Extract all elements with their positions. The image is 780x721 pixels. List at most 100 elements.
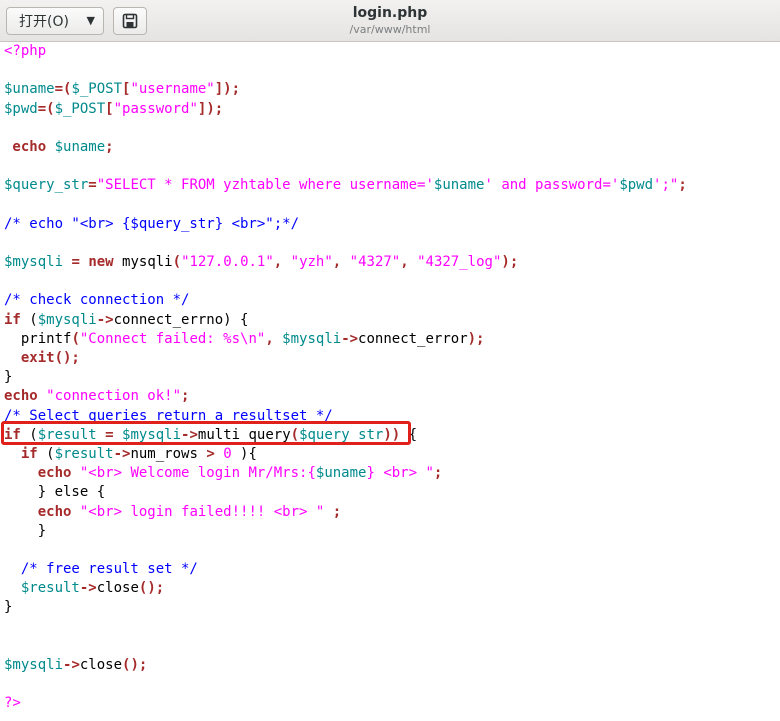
- code-line: /* check connection */: [4, 291, 687, 310]
- code-token: ?>: [4, 695, 21, 712]
- code-line: echo "<br> login failed!!!! <br> " ;: [4, 503, 687, 522]
- code-line: echo "<br> Welcome login Mr/Mrs:{$uname}…: [4, 464, 687, 483]
- code-token: $result: [37, 426, 97, 443]
- code-token: /* check connection */: [4, 292, 190, 309]
- code-token: $mysqli: [282, 330, 342, 347]
- code-line: if ($result = $mysqli->multi_query($quer…: [4, 426, 687, 445]
- code-token: } <br> ": [366, 465, 434, 482]
- code-text: <?php $uname=($_POST["username"]); $pwd=(…: [4, 42, 687, 714]
- window-title: login.php: [352, 5, 428, 21]
- code-line: }: [4, 522, 687, 541]
- code-token: ();: [54, 350, 80, 366]
- header-bar: 打开(O) ▼ login.php /var/www/html: [0, 0, 780, 42]
- code-token: =(: [37, 100, 55, 117]
- code-token: "connection ok!": [46, 388, 182, 405]
- code-token: echo: [4, 138, 47, 155]
- code-line: printf("Connect failed: %s\n", $mysqli->…: [4, 330, 687, 349]
- code-line: $mysqli = new mysqli("127.0.0.1", "yzh",…: [4, 253, 687, 272]
- code-token: if: [4, 445, 38, 462]
- code-token: mysqli: [113, 254, 173, 271]
- code-token: "SELECT * FROM yzhtable where username=': [96, 177, 434, 194]
- code-line: $query_str="SELECT * FROM yzhtable where…: [4, 176, 687, 195]
- code-token: $uname: [4, 81, 55, 98]
- code-line: }: [4, 598, 687, 617]
- code-token: "yzh": [290, 254, 333, 271]
- code-line: $pwd=($_POST["password"]);: [4, 100, 687, 119]
- code-token: ,: [273, 254, 291, 271]
- code-token: printf: [4, 330, 72, 347]
- code-line: }: [4, 368, 687, 387]
- code-line: /* Select queries return a resultset */: [4, 407, 687, 426]
- code-token: echo: [4, 388, 38, 405]
- code-token: $mysqli: [122, 426, 182, 443]
- code-line: echo $uname;: [4, 138, 687, 157]
- code-token: connect_error: [358, 330, 468, 347]
- code-token: }: [4, 369, 13, 386]
- code-line: /* free result set */: [4, 560, 687, 579]
- code-token: (: [37, 445, 55, 462]
- code-token: $uname: [315, 465, 367, 482]
- scrollbar[interactable]: [774, 42, 780, 721]
- code-token: ,: [265, 330, 283, 347]
- code-token: }: [4, 522, 47, 539]
- code-token: ){: [231, 445, 257, 462]
- code-line: } else {: [4, 483, 687, 502]
- code-line: if ($mysqli->connect_errno) {: [4, 311, 687, 330]
- code-token: >: [206, 445, 215, 462]
- code-token: 0: [223, 445, 232, 462]
- code-token: $mysqli: [37, 311, 97, 328]
- code-line: $result->close();: [4, 579, 687, 598]
- code-token: new: [88, 254, 114, 271]
- code-token: ';": [653, 177, 679, 194]
- code-token: (: [290, 426, 300, 443]
- code-token: [: [105, 100, 114, 117]
- code-token: (: [71, 330, 80, 347]
- code-editor[interactable]: <?php $uname=($_POST["username"]); $pwd=(…: [0, 42, 780, 721]
- code-token: ->: [63, 657, 80, 673]
- code-token: "username": [130, 81, 215, 98]
- code-token: exit: [4, 350, 55, 366]
- code-token: ' and password=': [484, 177, 620, 194]
- code-token: ;: [433, 465, 443, 482]
- code-token: $_POST: [54, 100, 106, 117]
- code-token: ;: [324, 503, 342, 520]
- code-token: close: [79, 657, 123, 673]
- code-token: $pwd: [4, 100, 38, 117]
- code-token: $result: [54, 445, 114, 462]
- code-token: multi_query: [197, 426, 291, 443]
- code-token: if: [4, 426, 21, 443]
- code-token: (: [20, 426, 38, 443]
- code-token: ->: [96, 311, 114, 328]
- code-token: ;: [105, 138, 114, 155]
- code-token: /* free result set */: [4, 561, 198, 578]
- code-line: $mysqli->close();: [4, 656, 687, 675]
- code-token: /* Select queries return a resultset */: [4, 407, 333, 424]
- code-token: if: [4, 311, 21, 328]
- code-token: $query_str: [4, 177, 89, 194]
- code-token: num_rows: [130, 445, 207, 462]
- code-line: if ($result->num_rows > 0 ){: [4, 445, 687, 464]
- code-token: (: [20, 311, 38, 328]
- code-token: ]);: [214, 81, 241, 98]
- code-token: }: [4, 599, 13, 616]
- code-token: "4327_log": [417, 254, 502, 271]
- code-token: ();: [122, 657, 148, 673]
- code-token: /* echo "<br> {$query_str} <br>";*/: [4, 215, 300, 232]
- code-token: $uname: [433, 177, 485, 194]
- code-token: $query_str: [299, 426, 384, 443]
- code-token: $uname: [54, 138, 106, 155]
- file-path: /var/www/html: [349, 23, 431, 36]
- code-token: =(: [54, 81, 72, 98]
- code-line: exit();: [4, 349, 687, 368]
